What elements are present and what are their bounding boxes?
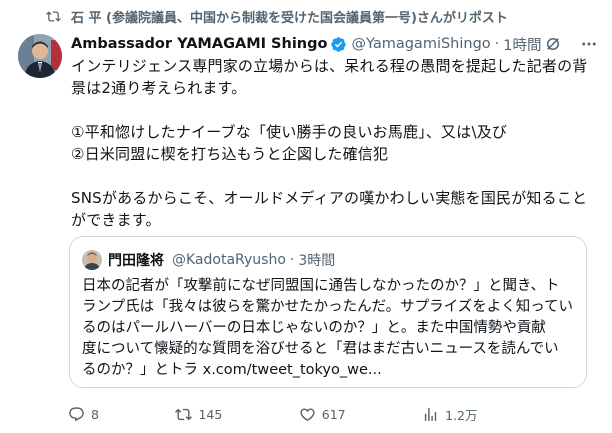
repost-icon	[46, 10, 61, 22]
quoted-tweet[interactable]: 門田隆将 @KadotaRyusho · 3時間 日本の記者が「攻撃前になぜ同盟…	[69, 236, 587, 388]
action-bar: 8 145 617 1.2万	[68, 403, 574, 425]
quoted-timestamp: 3時間	[298, 253, 336, 269]
tweet-line: 景は2通り考えられます。	[71, 79, 247, 97]
timestamp[interactable]: 1時間	[503, 34, 541, 55]
avatar[interactable]	[18, 34, 62, 78]
repost-text: 石 平 (参議院議員、中国から制裁を受けた国会議員第一号)さんがリポスト	[71, 10, 508, 26]
quoted-author-handle: @KadotaRyusho	[172, 252, 286, 268]
author-name[interactable]: Ambassador YAMAGAMI Shingo	[71, 36, 327, 52]
verified-badge-icon	[331, 36, 347, 52]
views-count: 1.2万	[445, 407, 478, 423]
tweet-line: インテリジェンス専門家の立場からは、呆れる程の愚問を提起した記者の背	[71, 57, 588, 75]
quoted-tweet-line: ランプ氏は「我々は彼らを驚かせたかったんだ。サプライズをよく知ってい	[82, 299, 573, 315]
tweet-text: インテリジェンス専門家の立場からは、呆れる程の愚問を提起した記者の背 景は2通り…	[71, 55, 591, 231]
analytics-icon	[424, 407, 437, 421]
tweet-line: ①平和惚けしたナイーブな「使い勝手の良いお馬鹿」、又は\及び	[71, 123, 508, 141]
tweet-line: ができます。	[71, 211, 161, 229]
tweet-line: SNSがあるからこそ、オールドメディアの嘆かわしい実態を国民が知ること	[71, 189, 588, 207]
quoted-tweet-text: 日本の記者が「攻撃前になぜ同盟国に通告しなかったのか？」と聞き、ト ランプ氏は「…	[82, 276, 582, 381]
quoted-tweet-line: るのか？」とトラ x.com/tweet_tokyo_we...	[82, 362, 382, 378]
reply-count: 8	[91, 406, 99, 422]
quoted-separator-dot: ·	[289, 252, 295, 268]
repost-icon	[175, 408, 193, 420]
quoted-author-name: 門田隆将	[108, 253, 164, 269]
avatar-image	[18, 34, 62, 78]
repost-context[interactable]: 石 平 (参議院議員、中国から制裁を受けた国会議員第一号)さんがリポスト	[46, 6, 508, 26]
reply-button[interactable]: 8	[68, 406, 99, 423]
repost-count: 145	[198, 406, 223, 422]
heart-icon	[300, 407, 315, 421]
tweet-header: Ambassador YAMAGAMI Shingo @YamagamiShin…	[71, 33, 598, 55]
more-options-icon[interactable]	[580, 35, 598, 53]
separator-dot: ·	[494, 36, 500, 52]
quoted-tweet-line: るのはパールハーバーの日本じゃないのか？」と。また中国情勢や貢献	[82, 320, 546, 336]
views-button[interactable]: 1.2万	[422, 405, 478, 424]
like-button[interactable]: 617	[299, 406, 346, 423]
reply-icon	[69, 406, 84, 421]
quoted-tweet-header: 門田隆将 @KadotaRyusho · 3時間	[82, 249, 335, 271]
like-count: 617	[321, 406, 346, 422]
quoted-author-avatar	[82, 250, 102, 270]
quoted-tweet-line: 度について懐疑的な質問を浴びせると「君はまだ古いニュースを読んでい	[82, 341, 559, 357]
grok-icon[interactable]	[544, 35, 562, 53]
quoted-tweet-line: 日本の記者が「攻撃前になぜ同盟国に通告しなかったのか？」と聞き、ト	[82, 278, 560, 294]
repost-button[interactable]: 145	[175, 406, 222, 423]
author-handle[interactable]: @YamagamiShingo	[351, 36, 490, 52]
tweet-line: ②日米同盟に楔を打ち込もうと企図した確信犯	[71, 145, 389, 163]
